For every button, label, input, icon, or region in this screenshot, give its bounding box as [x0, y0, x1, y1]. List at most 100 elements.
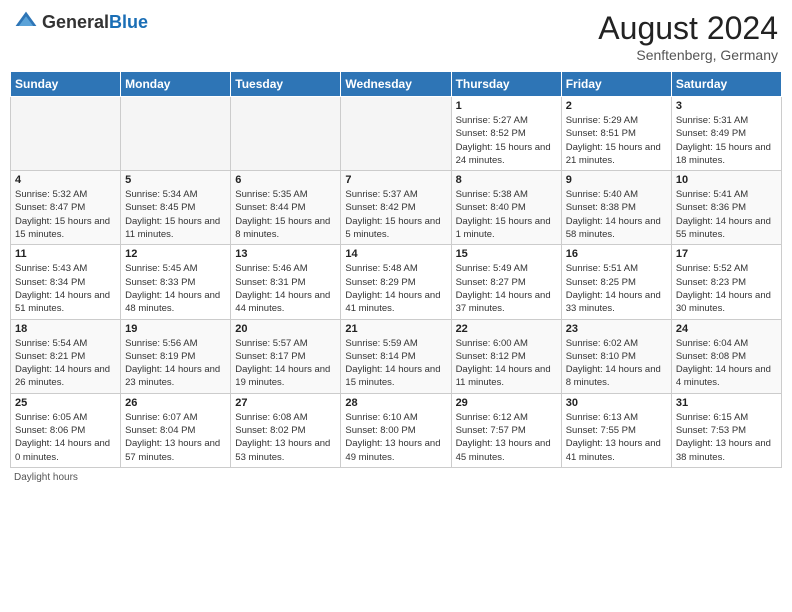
day-number: 2: [566, 100, 667, 112]
calendar-cell: 7Sunrise: 5:37 AMSunset: 8:42 PMDaylight…: [341, 171, 451, 245]
day-number: 27: [235, 397, 336, 409]
day-number: 8: [456, 174, 557, 186]
calendar-cell: 12 Sunrise: 5:45 AMSunset: 8:33 PMDayligh…: [121, 245, 231, 319]
calendar-cell: 24Sunrise: 6:04 AMSunset: 8:08 PMDayligh…: [671, 319, 781, 393]
calendar-cell: 17Sunrise: 5:52 AMSunset: 8:23 PMDayligh…: [671, 245, 781, 319]
day-number: 23: [566, 323, 667, 335]
day-number: 19: [125, 323, 226, 335]
calendar-header-row: SundayMondayTuesdayWednesdayThursdayFrid…: [11, 72, 782, 97]
calendar-cell: 23 Sunrise: 6:02 AMSunset: 8:10 PMDayligh…: [561, 319, 671, 393]
day-info: Sunrise: 5:35 AMSunset: 8:44 PMDaylight:…: [235, 188, 336, 241]
calendar-cell: 10Sunrise: 5:41 AMSunset: 8:36 PMDayligh…: [671, 171, 781, 245]
calendar-table: SundayMondayTuesdayWednesdayThursdayFrid…: [10, 71, 782, 468]
logo-general: General: [42, 12, 109, 32]
day-number: 5: [125, 174, 226, 186]
calendar-cell: 18Sunrise: 5:54 AMSunset: 8:21 PMDayligh…: [11, 319, 121, 393]
calendar-cell: 9Sunrise: 5:40 AMSunset: 8:38 PMDaylight…: [561, 171, 671, 245]
calendar-cell: 4 Sunrise: 5:32 AMSunset: 8:47 PMDaylight…: [11, 171, 121, 245]
logo-blue: Blue: [109, 12, 148, 32]
calendar-cell: 3 Sunrise: 5:31 AMSunset: 8:49 PMDaylight…: [671, 97, 781, 171]
calendar-week-row: 1 Sunrise: 5:27 AMSunset: 8:52 PMDaylight…: [11, 97, 782, 171]
calendar-cell: 27 Sunrise: 6:08 AMSunset: 8:02 PMDayligh…: [231, 393, 341, 467]
calendar-cell: [341, 97, 451, 171]
footer-note: Daylight hours: [10, 472, 782, 483]
calendar-cell: 8 Sunrise: 5:38 AMSunset: 8:40 PMDaylight…: [451, 171, 561, 245]
month-year: August 2024: [598, 10, 778, 47]
day-number: 1: [456, 100, 557, 112]
calendar-week-row: 11Sunrise: 5:43 AMSunset: 8:34 PMDayligh…: [11, 245, 782, 319]
day-number: 28: [345, 397, 446, 409]
day-number: 16: [566, 248, 667, 260]
calendar-cell: 15Sunrise: 5:49 AMSunset: 8:27 PMDayligh…: [451, 245, 561, 319]
day-number: 29: [456, 397, 557, 409]
calendar-cell: 19 Sunrise: 5:56 AMSunset: 8:19 PMDayligh…: [121, 319, 231, 393]
day-info: Sunrise: 5:29 AMSunset: 8:51 PMDaylight:…: [566, 114, 667, 167]
day-info: Sunrise: 6:13 AMSunset: 7:55 PMDaylight:…: [566, 411, 667, 464]
calendar-week-row: 25 Sunrise: 6:05 AMSunset: 8:06 PMDayligh…: [11, 393, 782, 467]
calendar-cell: 26Sunrise: 6:07 AMSunset: 8:04 PMDayligh…: [121, 393, 231, 467]
day-info: Sunrise: 5:59 AMSunset: 8:14 PMDaylight:…: [345, 337, 446, 390]
calendar-week-row: 18Sunrise: 5:54 AMSunset: 8:21 PMDayligh…: [11, 319, 782, 393]
day-info: Sunrise: 5:52 AMSunset: 8:23 PMDaylight:…: [676, 262, 777, 315]
day-number: 6: [235, 174, 336, 186]
page-header: GeneralBlue August 2024 Senftenberg, Ger…: [10, 10, 782, 63]
day-of-week-monday: Monday: [121, 72, 231, 97]
day-info: Sunrise: 5:27 AMSunset: 8:52 PMDaylight:…: [456, 114, 557, 167]
day-of-week-saturday: Saturday: [671, 72, 781, 97]
day-info: Sunrise: 5:45 AMSunset: 8:33 PMDaylight:…: [125, 262, 226, 315]
day-of-week-friday: Friday: [561, 72, 671, 97]
day-number: 24: [676, 323, 777, 335]
calendar-cell: 16Sunrise: 5:51 AMSunset: 8:25 PMDayligh…: [561, 245, 671, 319]
calendar-cell: 28 Sunrise: 6:10 AMSunset: 8:00 PMDayligh…: [341, 393, 451, 467]
day-info: Sunrise: 5:56 AMSunset: 8:19 PMDaylight:…: [125, 337, 226, 390]
day-info: Sunrise: 5:49 AMSunset: 8:27 PMDaylight:…: [456, 262, 557, 315]
day-info: Sunrise: 5:48 AMSunset: 8:29 PMDaylight:…: [345, 262, 446, 315]
calendar-cell: 22Sunrise: 6:00 AMSunset: 8:12 PMDayligh…: [451, 319, 561, 393]
day-number: 12: [125, 248, 226, 260]
day-info: Sunrise: 6:05 AMSunset: 8:06 PMDaylight:…: [15, 411, 116, 464]
day-info: Sunrise: 5:41 AMSunset: 8:36 PMDaylight:…: [676, 188, 777, 241]
day-number: 7: [345, 174, 446, 186]
calendar-cell: 31 Sunrise: 6:15 AMSunset: 7:53 PMDayligh…: [671, 393, 781, 467]
logo-icon: [14, 10, 38, 34]
day-number: 13: [235, 248, 336, 260]
title-block: August 2024 Senftenberg, Germany: [598, 10, 778, 63]
day-info: Sunrise: 5:31 AMSunset: 8:49 PMDaylight:…: [676, 114, 777, 167]
day-number: 3: [676, 100, 777, 112]
day-info: Sunrise: 5:32 AMSunset: 8:47 PMDaylight:…: [15, 188, 116, 241]
day-number: 11: [15, 248, 116, 260]
calendar-cell: 1 Sunrise: 5:27 AMSunset: 8:52 PMDaylight…: [451, 97, 561, 171]
day-info: Sunrise: 6:12 AMSunset: 7:57 PMDaylight:…: [456, 411, 557, 464]
day-info: Sunrise: 6:00 AMSunset: 8:12 PMDaylight:…: [456, 337, 557, 390]
day-info: Sunrise: 5:40 AMSunset: 8:38 PMDaylight:…: [566, 188, 667, 241]
day-number: 4: [15, 174, 116, 186]
daylight-hours-label: Daylight hours: [14, 472, 78, 483]
calendar-cell: 6 Sunrise: 5:35 AMSunset: 8:44 PMDaylight…: [231, 171, 341, 245]
calendar-cell: 20Sunrise: 5:57 AMSunset: 8:17 PMDayligh…: [231, 319, 341, 393]
day-info: Sunrise: 6:08 AMSunset: 8:02 PMDaylight:…: [235, 411, 336, 464]
day-number: 31: [676, 397, 777, 409]
calendar-cell: 21 Sunrise: 5:59 AMSunset: 8:14 PMDayligh…: [341, 319, 451, 393]
day-info: Sunrise: 5:46 AMSunset: 8:31 PMDaylight:…: [235, 262, 336, 315]
day-info: Sunrise: 6:15 AMSunset: 7:53 PMDaylight:…: [676, 411, 777, 464]
calendar-week-row: 4 Sunrise: 5:32 AMSunset: 8:47 PMDaylight…: [11, 171, 782, 245]
calendar-cell: 30 Sunrise: 6:13 AMSunset: 7:55 PMDayligh…: [561, 393, 671, 467]
day-of-week-thursday: Thursday: [451, 72, 561, 97]
calendar-cell: 25 Sunrise: 6:05 AMSunset: 8:06 PMDayligh…: [11, 393, 121, 467]
day-number: 30: [566, 397, 667, 409]
calendar-cell: 13 Sunrise: 5:46 AMSunset: 8:31 PMDayligh…: [231, 245, 341, 319]
day-info: Sunrise: 6:02 AMSunset: 8:10 PMDaylight:…: [566, 337, 667, 390]
calendar-cell: 5 Sunrise: 5:34 AMSunset: 8:45 PMDaylight…: [121, 171, 231, 245]
day-number: 21: [345, 323, 446, 335]
day-of-week-tuesday: Tuesday: [231, 72, 341, 97]
day-number: 20: [235, 323, 336, 335]
day-info: Sunrise: 5:34 AMSunset: 8:45 PMDaylight:…: [125, 188, 226, 241]
logo: GeneralBlue: [14, 10, 148, 34]
location: Senftenberg, Germany: [598, 47, 778, 63]
day-info: Sunrise: 6:10 AMSunset: 8:00 PMDaylight:…: [345, 411, 446, 464]
day-info: Sunrise: 5:38 AMSunset: 8:40 PMDaylight:…: [456, 188, 557, 241]
day-number: 26: [125, 397, 226, 409]
day-number: 14: [345, 248, 446, 260]
calendar-cell: 2 Sunrise: 5:29 AMSunset: 8:51 PMDaylight…: [561, 97, 671, 171]
day-number: 25: [15, 397, 116, 409]
